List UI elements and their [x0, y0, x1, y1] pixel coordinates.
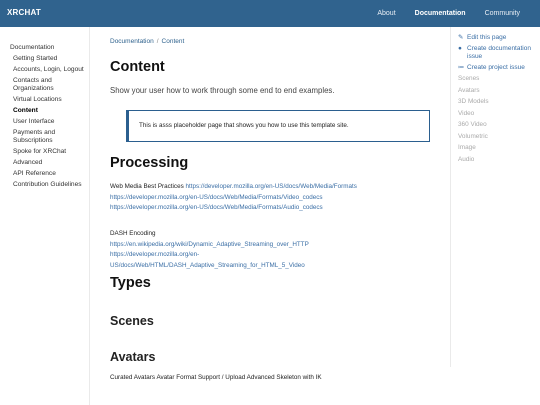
edit-page-link[interactable]: ✎ Edit this page	[458, 34, 534, 42]
breadcrumb: Documentation / Content	[110, 38, 184, 45]
sidebar-item-api-reference[interactable]: API Reference	[13, 170, 87, 178]
info-callout: This is asss placeholder page that shows…	[126, 110, 430, 142]
toc-avatars[interactable]: Avatars	[458, 87, 540, 96]
toc-scenes[interactable]: Scenes	[458, 75, 540, 84]
docs-sidebar: Documentation Getting Started Accounts, …	[0, 27, 90, 405]
sidebar-item-payments[interactable]: Payments and Subscriptions	[13, 129, 87, 145]
toc-image[interactable]: Image	[458, 144, 540, 153]
sidebar-item-spoke[interactable]: Spoke for XRChat	[13, 148, 87, 156]
page-meta-sidebar: ✎ Edit this page ● Create documentation …	[450, 27, 540, 367]
heading-avatars: Avatars	[110, 350, 156, 364]
web-media-label: Web Media Best Practices	[110, 183, 184, 190]
sidebar-item-accounts[interactable]: Accounts, Login, Logout	[13, 66, 87, 74]
breadcrumb-documentation[interactable]: Documentation	[110, 38, 154, 45]
heading-processing: Processing	[110, 155, 189, 171]
nav-community[interactable]: Community	[485, 10, 520, 17]
sidebar-root-documentation[interactable]: Documentation	[10, 44, 89, 52]
brand-logo[interactable]: XRCHAT	[7, 8, 41, 17]
sidebar-item-contacts[interactable]: Contacts and Organizations	[13, 77, 87, 93]
table-of-contents: Scenes Avatars 3D Models Video 360 Video…	[458, 75, 540, 164]
page-title: Content	[110, 59, 165, 75]
link-audio-codecs[interactable]: https://developer.mozilla.org/en-US/docs…	[110, 204, 323, 211]
list-icon: ≔	[458, 64, 465, 71]
top-navbar: XRCHAT About Documentation Community	[0, 0, 540, 27]
toc-video[interactable]: Video	[458, 110, 540, 119]
breadcrumb-content[interactable]: Content	[162, 38, 185, 45]
sidebar-item-getting-started[interactable]: Getting Started	[13, 55, 87, 63]
heading-scenes: Scenes	[110, 314, 154, 328]
nav-about[interactable]: About	[377, 10, 395, 17]
link-video-codecs[interactable]: https://developer.mozilla.org/en-US/docs…	[110, 194, 323, 201]
sidebar-item-content[interactable]: Content	[13, 107, 87, 115]
create-doc-issue-label: Create documentation issue	[467, 45, 531, 60]
toc-3d-models[interactable]: 3D Models	[458, 98, 540, 107]
sidebar-item-advanced[interactable]: Advanced	[13, 159, 87, 167]
nav-documentation[interactable]: Documentation	[415, 10, 466, 17]
dash-paragraph: DASH Encoding https://en.wikipedia.org/w…	[110, 229, 372, 271]
sidebar-item-user-interface[interactable]: User Interface	[13, 118, 87, 126]
avatars-text: Curated Avatars Avatar Format Support / …	[110, 374, 322, 381]
page-lead: Show your user how to work through some …	[110, 86, 335, 95]
link-dash-wikipedia[interactable]: https://en.wikipedia.org/wiki/Dynamic_Ad…	[110, 241, 309, 248]
create-doc-issue-link[interactable]: ● Create documentation issue	[458, 45, 534, 61]
breadcrumb-separator: /	[156, 38, 159, 45]
link-media-formats[interactable]: https://developer.mozilla.org/en-US/docs…	[185, 183, 356, 190]
web-media-paragraph: Web Media Best Practices https://develop…	[110, 182, 372, 214]
dash-label: DASH Encoding	[110, 230, 156, 237]
sidebar-item-contribution[interactable]: Contribution Guidelines	[13, 181, 87, 189]
github-icon: ●	[458, 45, 462, 52]
create-project-issue-link[interactable]: ≔ Create project issue	[458, 64, 534, 72]
edit-icon: ✎	[458, 34, 464, 41]
edit-page-label: Edit this page	[467, 34, 507, 41]
toc-audio[interactable]: Audio	[458, 156, 540, 165]
sidebar-item-virtual-locations[interactable]: Virtual Locations	[13, 96, 87, 104]
create-project-issue-label: Create project issue	[467, 64, 525, 71]
toc-volumetric[interactable]: Volumetric	[458, 133, 540, 142]
heading-types: Types	[110, 275, 151, 291]
top-nav: About Documentation Community	[377, 0, 540, 27]
link-dash-mdn[interactable]: https://developer.mozilla.org/en-US/docs…	[110, 251, 305, 269]
toc-360-video[interactable]: 360 Video	[458, 121, 540, 130]
